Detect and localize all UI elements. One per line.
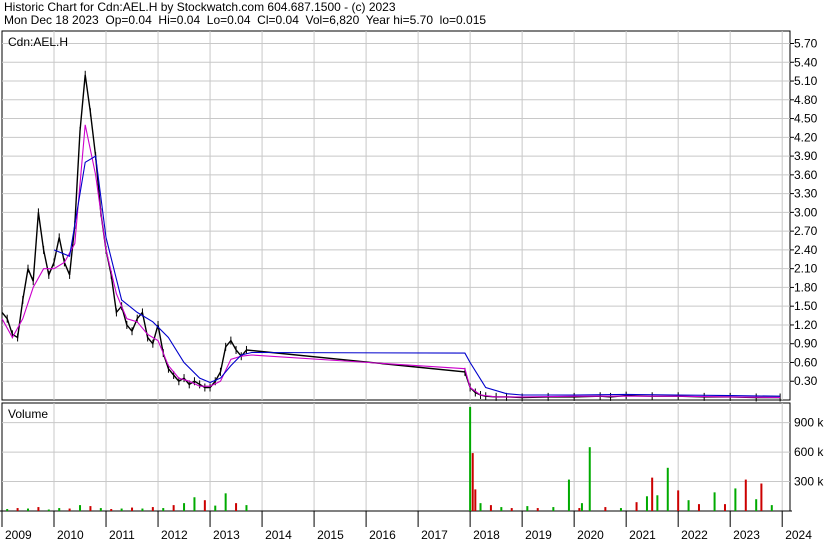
price-y-tick-label: 5.70 [794,37,818,51]
x-tick-label: 2017 [421,528,448,542]
price-y-tick-label: 3.60 [794,168,818,182]
x-tick-label: 2023 [733,528,760,542]
price-y-tick-label: 4.50 [794,112,818,126]
x-tick-label: 2012 [161,528,188,542]
volume-bar [760,483,763,511]
volume-bar [141,508,144,511]
volume-bar [619,508,622,511]
x-tick-label: 2020 [577,528,604,542]
volume-bar [27,508,30,511]
volume-bar [16,508,19,511]
price-y-tick-label: 5.40 [794,55,818,69]
volume-bar [79,505,82,511]
x-tick-label: 2009 [5,528,32,542]
price-y-tick-label: 3.00 [794,205,818,219]
x-tick-label: 2010 [57,528,84,542]
volume-bar [755,499,758,511]
volume-bar [89,506,92,511]
price-y-tick-label: 3.90 [794,149,818,163]
volume-bar [162,508,165,511]
volume-bar [770,505,773,511]
volume-bar [203,500,206,511]
price-panel-title: Cdn:AEL.H [8,35,68,49]
price-y-tick-label: 5.10 [794,74,818,88]
volume-bar [697,504,700,511]
volume-y-tick-label: 300 k [794,475,824,489]
volume-bar [47,509,50,511]
volume-bar [536,508,539,511]
volume-bar [489,505,492,511]
x-tick-label: 2015 [317,528,344,542]
volume-bar [224,493,227,511]
volume-bar [120,508,123,511]
stock-chart: 2009 2010 2011 2012 2013 2014 2015 2016 2017 2018… [0,30,830,543]
price-y-tick-label: 2.40 [794,243,818,257]
price-y-tick-label: 2.70 [794,224,818,238]
price-y-tick-label: 1.50 [794,299,818,313]
volume-bar [651,477,654,511]
volume-y-tick-label: 600 k [794,445,824,459]
volume-bar [469,406,472,511]
price-y-tick-label: 0.90 [794,337,818,351]
x-tick-label: 2016 [369,528,396,542]
volume-bar [6,509,9,511]
volume-bar [744,479,747,511]
volume-y-tick-label: 900 k [794,416,824,430]
volume-bar [151,507,154,511]
volume-bar [479,503,482,511]
volume-bar [645,496,648,511]
volume-bar [37,507,40,511]
x-tick-label: 2021 [629,528,656,542]
volume-bar [510,508,513,511]
volume-bar [193,497,196,511]
x-tick-label: 2019 [525,528,552,542]
volume-bar [677,490,680,511]
volume-bar [734,488,737,511]
price-y-tick-label: 4.20 [794,130,818,144]
volume-bar [131,507,134,511]
price-y-tick-label: 3.30 [794,187,818,201]
volume-bar [580,503,583,511]
x-tick-label: 2011 [109,528,135,542]
volume-bar [68,508,71,511]
x-tick-label: 2024 [785,528,812,542]
volume-bar [474,489,477,511]
volume-bar [99,508,102,511]
volume-bar [235,503,238,511]
volume-bar [588,447,591,511]
x-tick-label: 2014 [265,528,292,542]
volume-bar [172,505,175,511]
volume-bar [214,505,217,511]
volume-bar [713,492,716,511]
volume-bar [552,507,555,511]
price-y-tick-label: 0.60 [794,355,818,369]
volume-bar [687,500,690,511]
x-tick-label: 2022 [681,528,708,542]
volume-bar [471,453,474,511]
volume-panel-title: Volume [8,407,48,421]
volume-bar [183,503,186,511]
volume-bar [723,504,726,511]
volume-bar [567,479,570,511]
volume-panel-frame [1,402,791,512]
price-y-tick-label: 4.80 [794,93,818,107]
volume-bar [578,508,581,511]
price-panel-frame [1,30,791,401]
volume-bar [635,502,638,511]
volume-bar [604,507,607,511]
volume-bar [666,467,669,511]
price-y-tick-label: 2.10 [794,262,818,276]
volume-bar [526,506,529,511]
volume-bar [245,505,248,511]
volume-bar [500,507,503,511]
volume-bar [110,509,113,511]
volume-bar [58,508,61,511]
volume-bar [656,495,659,511]
price-y-tick-label: 0.30 [794,374,818,388]
x-tick-label: 2013 [213,528,240,542]
x-tick-label: 2018 [473,528,500,542]
price-y-tick-label: 1.80 [794,280,818,294]
price-y-tick-label: 1.20 [794,318,818,332]
